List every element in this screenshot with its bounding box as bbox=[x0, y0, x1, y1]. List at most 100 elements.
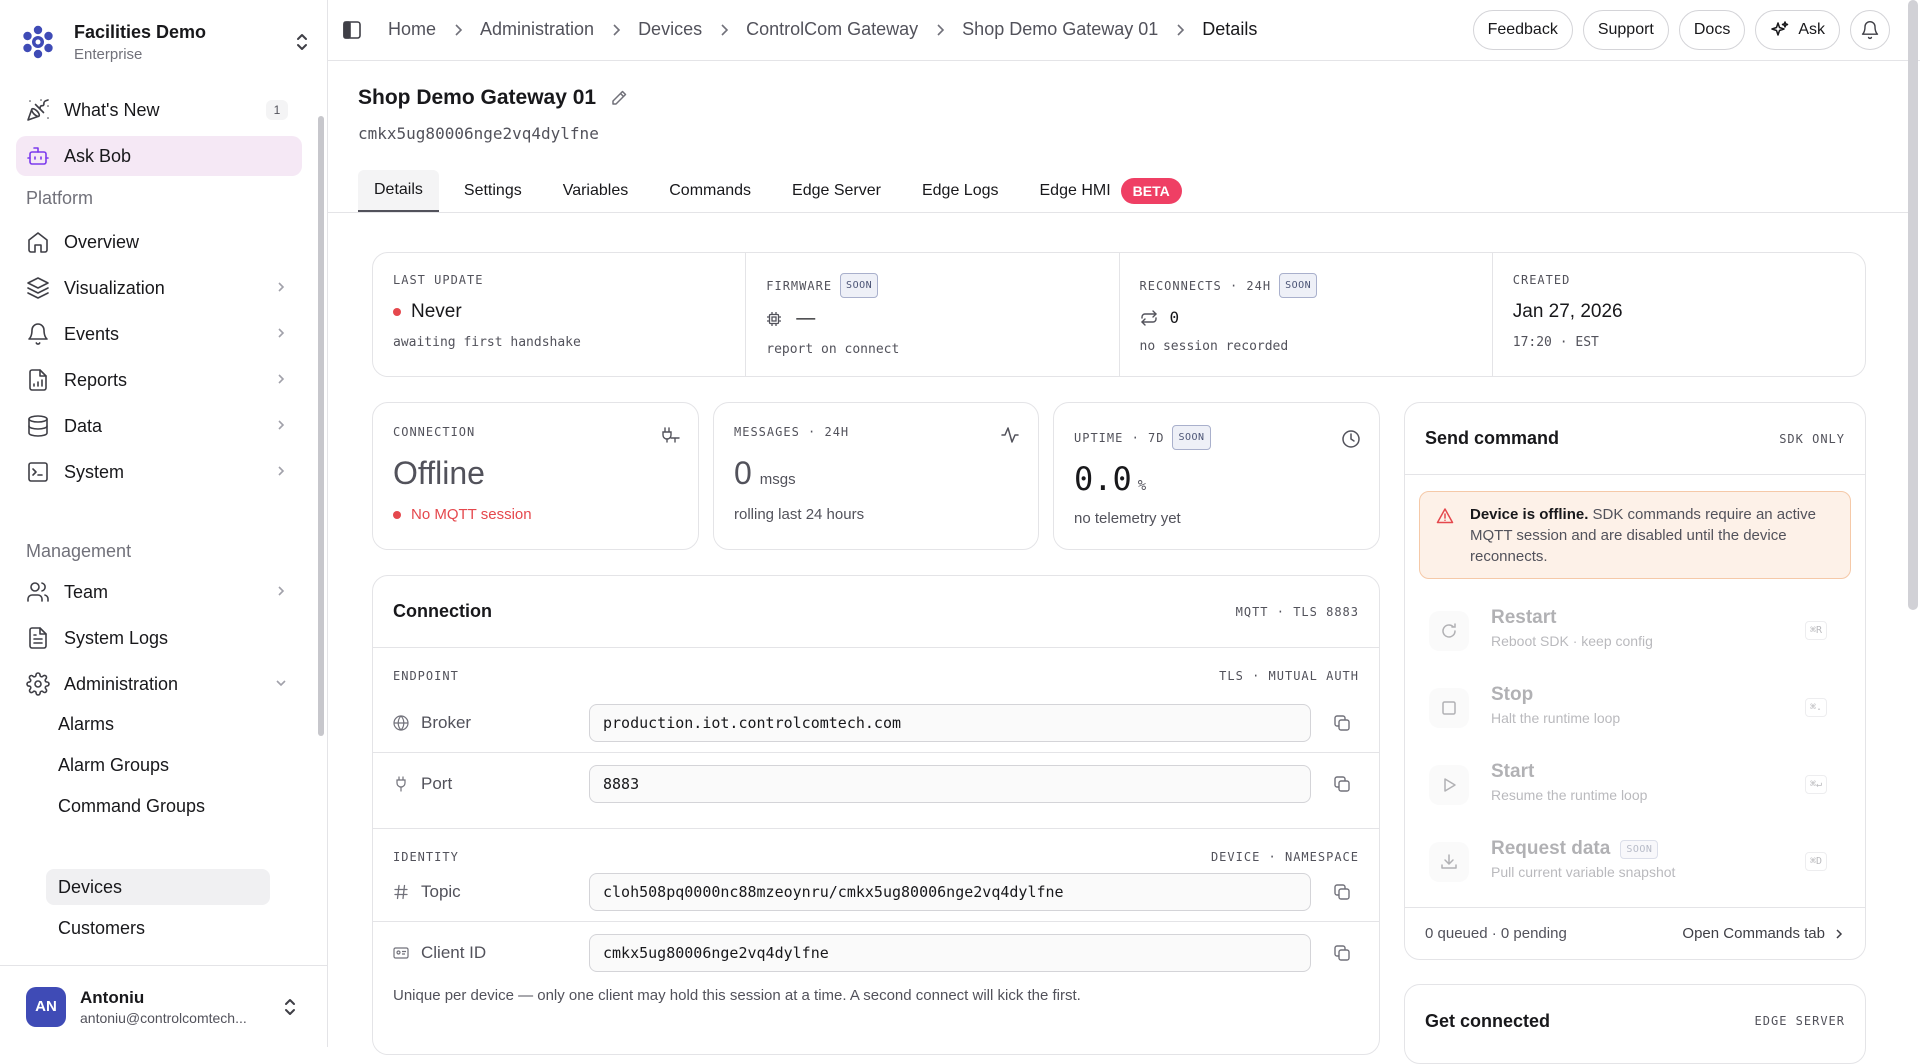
port-row: Port 8883 bbox=[373, 754, 1379, 814]
id-card-icon bbox=[393, 947, 409, 959]
sidebar-subitem-devices[interactable]: Devices bbox=[46, 869, 270, 905]
command-title: Start bbox=[1491, 761, 1535, 782]
sidebar-item-system-logs[interactable]: System Logs bbox=[16, 618, 302, 658]
chevron-right-icon bbox=[278, 328, 285, 338]
sidebar-subitem-customers[interactable]: Customers bbox=[46, 910, 270, 946]
tab-settings[interactable]: Settings bbox=[448, 170, 538, 212]
broker-field[interactable]: production.iot.controlcomtech.com bbox=[589, 703, 1311, 742]
breadcrumb-devices[interactable]: Devices bbox=[638, 19, 702, 40]
stat-caption: LAST UPDATE bbox=[393, 273, 484, 287]
uptime-sub: no telemetry yet bbox=[1074, 510, 1181, 527]
command-start[interactable]: Start Resume the runtime loop ⌘↵ bbox=[1429, 757, 1847, 813]
bot-icon bbox=[27, 147, 49, 165]
plug-icon bbox=[662, 427, 680, 443]
tab-edge-server[interactable]: Edge Server bbox=[776, 170, 897, 212]
card-title: Send command bbox=[1425, 428, 1560, 448]
sidebar-item-label: System Logs bbox=[64, 627, 169, 648]
breadcrumb-device-type[interactable]: ControlCom Gateway bbox=[746, 19, 918, 40]
copy-icon[interactable] bbox=[1333, 944, 1351, 962]
card-title: Get connected bbox=[1425, 1010, 1551, 1031]
sidebar-item-data[interactable]: Data bbox=[16, 406, 302, 446]
sidebar-item-ask-bob[interactable]: Ask Bob bbox=[16, 136, 302, 176]
sidebar-item-visualization[interactable]: Visualization bbox=[16, 268, 302, 308]
messages-sub: rolling last 24 hours bbox=[734, 506, 865, 523]
sidebar-subitem-alarm-groups[interactable]: Alarm Groups bbox=[46, 747, 270, 783]
sidebar-subitem-command-groups[interactable]: Command Groups bbox=[46, 788, 270, 824]
soon-badge: SOON bbox=[1620, 839, 1659, 859]
pencil-icon[interactable] bbox=[610, 89, 628, 107]
breadcrumb-administration[interactable]: Administration bbox=[480, 19, 594, 40]
tab-details[interactable]: Details bbox=[358, 170, 439, 212]
sidebar-item-label: What's New bbox=[64, 99, 160, 120]
shortcut-hint: ⌘R bbox=[1804, 621, 1827, 640]
tab-bar: Details Settings Variables Commands Edge… bbox=[358, 170, 1207, 212]
device-name: Shop Demo Gateway 01 bbox=[358, 86, 597, 109]
chevron-right-icon bbox=[278, 420, 285, 430]
party-popper-icon bbox=[27, 99, 49, 121]
port-field[interactable]: 8883 bbox=[589, 765, 1311, 803]
chevron-down-icon bbox=[276, 680, 286, 687]
sidebar-item-reports[interactable]: Reports bbox=[16, 360, 302, 400]
home-icon bbox=[28, 232, 48, 253]
open-commands-link[interactable]: Open Commands tab bbox=[1682, 925, 1845, 942]
copy-icon[interactable] bbox=[1333, 714, 1351, 732]
sidebar-scrollbar[interactable] bbox=[318, 116, 324, 736]
ask-button[interactable]: Ask bbox=[1755, 10, 1840, 50]
command-request-data[interactable]: Request data SOON Pull current variable … bbox=[1429, 834, 1847, 890]
chevron-right-icon bbox=[278, 466, 285, 476]
client-id-row: Client ID cmkx5ug80006nge2vq4dylfne bbox=[373, 923, 1379, 983]
refresh-icon bbox=[1442, 623, 1456, 638]
hash-icon bbox=[394, 884, 408, 899]
topic-field[interactable]: cloh508pq0000nc88mzeoynru/cmkx5ug80006ng… bbox=[589, 872, 1311, 911]
stat-sub: report on connect bbox=[766, 342, 900, 357]
tab-commands[interactable]: Commands bbox=[653, 170, 767, 212]
sidebar-item-system[interactable]: System bbox=[16, 452, 302, 492]
support-button[interactable]: Support bbox=[1582, 10, 1669, 50]
client-id-field[interactable]: cmkx5ug80006nge2vq4dylfne bbox=[589, 934, 1311, 972]
bell-icon bbox=[1861, 21, 1879, 40]
stat-value: Never bbox=[411, 301, 462, 322]
command-sub: Halt the runtime loop bbox=[1491, 710, 1621, 726]
sidebar-item-label: Ask Bob bbox=[64, 145, 132, 166]
sidebar-item-administration[interactable]: Administration bbox=[16, 664, 302, 704]
user-menu[interactable]: AN Antoniu antoniu@controlcomtech... bbox=[0, 965, 328, 1047]
messages-value: 0 bbox=[734, 455, 752, 491]
sidebar: Facilities Demo Enterprise What's New 1 … bbox=[0, 0, 328, 1047]
copy-icon[interactable] bbox=[1333, 883, 1351, 901]
command-restart[interactable]: Restart Reboot SDK · keep config ⌘R bbox=[1429, 603, 1847, 659]
avatar: AN bbox=[26, 986, 66, 1027]
sidebar-subitem-alarms[interactable]: Alarms bbox=[46, 706, 270, 742]
page-scrollbar[interactable] bbox=[1908, 0, 1918, 610]
command-title: Stop bbox=[1491, 684, 1534, 705]
command-stop[interactable]: Stop Halt the runtime loop ⌘. bbox=[1429, 680, 1847, 736]
sidebar-toggle-icon[interactable] bbox=[342, 20, 362, 40]
command-sub: Resume the runtime loop bbox=[1491, 787, 1648, 803]
tabs-divider bbox=[328, 212, 1908, 213]
docs-button[interactable]: Docs bbox=[1678, 10, 1746, 50]
tab-edge-hmi[interactable]: Edge HMI BETA bbox=[1024, 170, 1198, 212]
breadcrumb-home[interactable]: Home bbox=[388, 19, 436, 40]
sidebar-item-whats-new[interactable]: What's New 1 bbox=[16, 90, 302, 130]
breadcrumb-device[interactable]: Shop Demo Gateway 01 bbox=[962, 19, 1158, 40]
connection-details-card: Connection MQTT · TLS 8883 ENDPOINT TLS … bbox=[372, 575, 1380, 1055]
tab-variables[interactable]: Variables bbox=[547, 170, 645, 212]
field-label: Client ID bbox=[421, 943, 487, 962]
command-sub: Pull current variable snapshot bbox=[1491, 864, 1676, 880]
sidebar-item-team[interactable]: Team bbox=[16, 572, 302, 612]
sidebar-item-label: Administration bbox=[64, 673, 179, 694]
copy-icon[interactable] bbox=[1333, 775, 1351, 793]
sidebar-item-overview[interactable]: Overview bbox=[16, 222, 302, 262]
notifications-button[interactable] bbox=[1850, 10, 1890, 50]
identity-section: IDENTITY DEVICE · NAMESPACE Topic cloh50… bbox=[373, 830, 1379, 1056]
messages-card: MESSAGES · 24H 0 msgs rolling last 24 ho… bbox=[713, 402, 1039, 550]
feedback-button[interactable]: Feedback bbox=[1472, 10, 1573, 50]
breadcrumb: Home Administration Devices ControlCom G… bbox=[388, 19, 1257, 40]
section-meta: TLS · MUTUAL AUTH bbox=[1219, 669, 1359, 683]
command-sub: Reboot SDK · keep config bbox=[1491, 633, 1653, 649]
tab-edge-logs[interactable]: Edge Logs bbox=[906, 170, 1015, 212]
get-connected-card: Get connected EDGE SERVER bbox=[1404, 984, 1866, 1064]
terminal-icon bbox=[28, 462, 48, 482]
file-chart-icon bbox=[29, 369, 47, 391]
org-switcher[interactable]: Facilities Demo Enterprise bbox=[16, 14, 312, 70]
sidebar-item-events[interactable]: Events bbox=[16, 314, 302, 354]
